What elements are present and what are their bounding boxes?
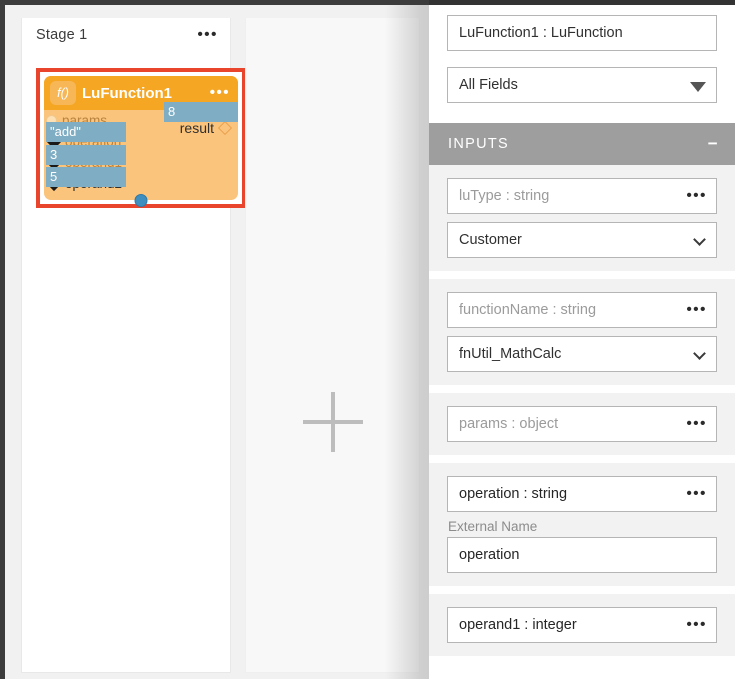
field-menu-icon[interactable]: ••• bbox=[686, 301, 707, 318]
field-menu-icon[interactable]: ••• bbox=[686, 415, 707, 432]
value-tooltip-result: 8 bbox=[164, 102, 238, 122]
chevron-down-icon bbox=[693, 233, 706, 246]
field-label: luType : string bbox=[459, 188, 550, 204]
field-group-params: params : object ••• bbox=[429, 393, 735, 455]
field-functionname-value: fnUtil_MathCalc bbox=[459, 346, 562, 362]
field-operation[interactable]: operation : string ••• bbox=[447, 476, 717, 512]
field-group-operand1: operand1 : integer ••• bbox=[429, 594, 735, 656]
node-container[interactable]: f() LuFunction1 ••• params operation bbox=[36, 68, 246, 208]
field-menu-icon[interactable]: ••• bbox=[686, 616, 707, 633]
field-group-operation: operation : string ••• External Name ope… bbox=[429, 463, 735, 586]
field-label: operation : string bbox=[459, 486, 568, 502]
external-name-label: External Name bbox=[448, 519, 538, 534]
field-label: functionName : string bbox=[459, 302, 597, 318]
field-divider bbox=[429, 271, 735, 279]
node-title: LuFunction1 bbox=[82, 84, 172, 102]
field-params[interactable]: params : object ••• bbox=[447, 406, 717, 442]
node-port-result[interactable]: result bbox=[179, 120, 233, 136]
property-panel-body: LuFunction1 : LuFunction All Fields bbox=[429, 5, 735, 103]
field-lutype-select[interactable]: Customer bbox=[447, 222, 717, 258]
add-stage-plus-icon[interactable] bbox=[302, 392, 363, 452]
external-name-value: operation bbox=[459, 547, 520, 563]
value-tooltip-operand1: 5 bbox=[46, 167, 126, 187]
field-operand1[interactable]: operand1 : integer ••• bbox=[447, 607, 717, 643]
chevron-down-icon bbox=[690, 82, 706, 92]
flow-designer-canvas[interactable]: Stage 1 ••• f() LuFunction1 ••• params r… bbox=[5, 5, 430, 679]
value-tooltip-operation: 3 bbox=[46, 145, 126, 165]
node-bottom-anchor[interactable] bbox=[134, 194, 148, 207]
field-group-lutype: luType : string ••• Customer bbox=[429, 165, 735, 271]
field-lutype[interactable]: luType : string ••• bbox=[447, 178, 717, 214]
field-divider bbox=[429, 586, 735, 594]
stage-menu-icon[interactable]: ••• bbox=[197, 27, 218, 42]
node-result-label: result bbox=[179, 120, 214, 136]
stage-title: Stage 1 bbox=[36, 27, 88, 43]
external-name-input[interactable]: operation bbox=[447, 537, 717, 573]
app-root: Stage 1 ••• f() LuFunction1 ••• params r… bbox=[0, 0, 735, 679]
field-label: params : object bbox=[459, 416, 559, 432]
field-functionname-select[interactable]: fnUtil_MathCalc bbox=[447, 336, 717, 372]
function-icon: f() bbox=[50, 81, 76, 105]
value-tooltip-params: "add" bbox=[46, 122, 126, 142]
chevron-down-icon bbox=[693, 347, 706, 360]
node-name-input[interactable]: LuFunction1 : LuFunction bbox=[447, 15, 717, 51]
field-lutype-value: Customer bbox=[459, 232, 522, 248]
field-menu-icon[interactable]: ••• bbox=[686, 485, 707, 502]
field-divider bbox=[429, 455, 735, 463]
inputs-section-title: INPUTS bbox=[448, 136, 509, 152]
field-filter-value: All Fields bbox=[459, 77, 518, 93]
field-functionname[interactable]: functionName : string ••• bbox=[447, 292, 717, 328]
property-panel: LuFunction1 : LuFunction All Fields INPU… bbox=[429, 5, 735, 679]
node-menu-icon[interactable]: ••• bbox=[210, 85, 230, 100]
field-menu-icon[interactable]: ••• bbox=[686, 187, 707, 204]
port-output-diamond-icon bbox=[217, 120, 233, 136]
stage-header: Stage 1 ••• bbox=[22, 18, 230, 52]
field-group-functionname: functionName : string ••• fnUtil_MathCal… bbox=[429, 279, 735, 385]
stage-column-1[interactable]: Stage 1 ••• f() LuFunction1 ••• params r… bbox=[21, 18, 246, 673]
field-divider bbox=[429, 385, 735, 393]
stage-column-empty[interactable] bbox=[245, 18, 420, 673]
field-label: operand1 : integer bbox=[459, 617, 577, 633]
field-filter-select[interactable]: All Fields bbox=[447, 67, 717, 103]
collapse-icon[interactable]: − bbox=[708, 135, 719, 152]
inputs-section-header[interactable]: INPUTS − bbox=[429, 123, 735, 165]
